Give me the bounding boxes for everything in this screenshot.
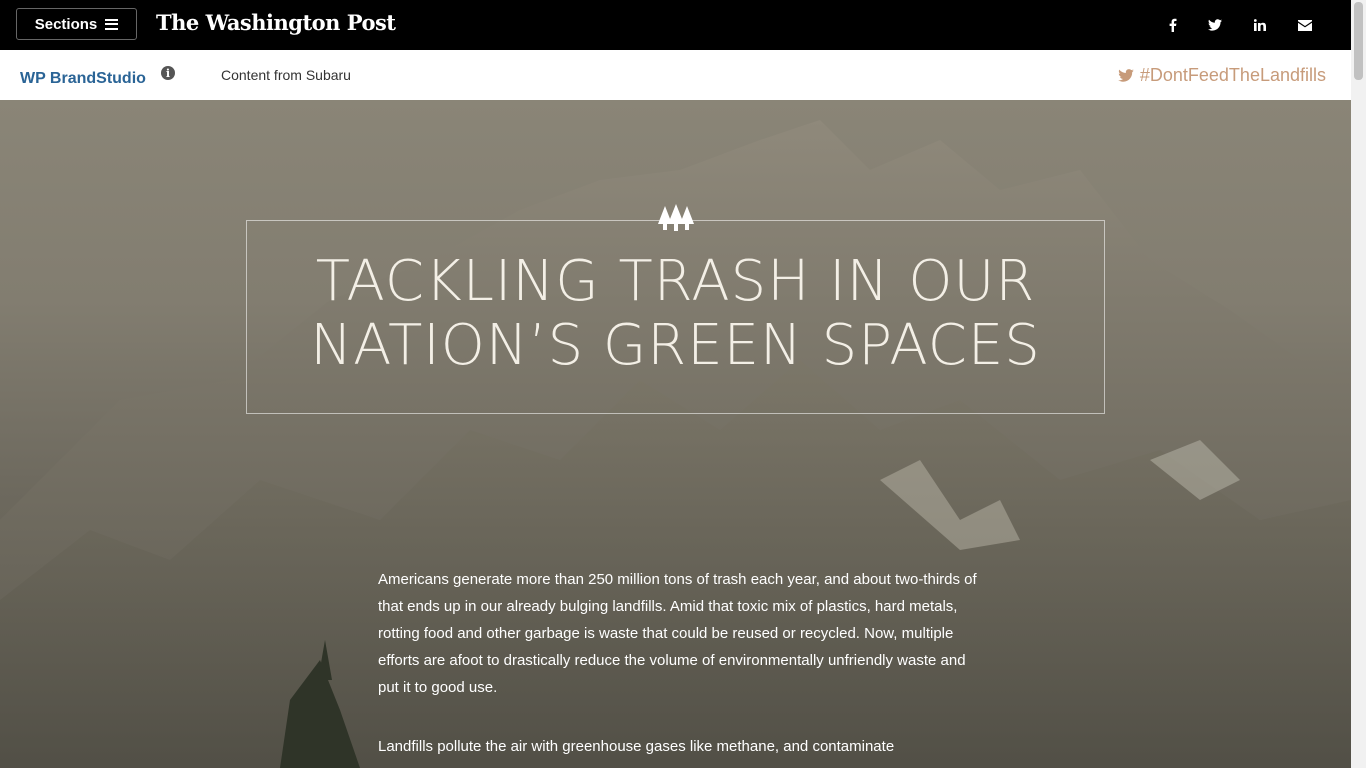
email-icon[interactable] <box>1290 0 1320 50</box>
trees-icon <box>658 204 694 231</box>
scrollbar-thumb[interactable] <box>1354 2 1363 80</box>
hashtag-label: #DontFeedTheLandfills <box>1139 65 1326 85</box>
hero-title-line-2: NATION’S GREEN SPACES <box>310 313 1041 378</box>
content-from-label: Content from Subaru <box>221 67 351 83</box>
top-nav-bar: Sections The Washington Post <box>0 0 1351 50</box>
brandstudio-link[interactable]: WP BrandStudio <box>20 70 146 88</box>
info-icon[interactable]: i <box>161 66 175 80</box>
hero-section: TACKLING TRASH IN OUR NATION’S GREEN SPA… <box>0 100 1351 768</box>
twitter-icon <box>1118 69 1134 82</box>
article-body: Americans generate more than 250 million… <box>378 566 978 768</box>
scrollbar[interactable] <box>1351 0 1366 768</box>
hashtag-link[interactable]: #DontFeedTheLandfills <box>1118 65 1326 86</box>
sections-label: Sections <box>34 15 98 33</box>
linkedin-icon[interactable] <box>1245 0 1275 50</box>
hamburger-icon <box>105 18 119 30</box>
article-paragraph: Americans generate more than 250 million… <box>378 571 977 696</box>
facebook-icon[interactable] <box>1158 0 1188 50</box>
hero-title-line-1: TACKLING TRASH IN OUR <box>315 249 1036 314</box>
sections-button[interactable]: Sections <box>16 8 137 40</box>
article-paragraph: Landfills pollute the air with greenhous… <box>378 738 895 755</box>
washington-post-logo[interactable]: The Washington Post <box>156 10 396 35</box>
brand-subbar: WP BrandStudio Content from Subaru #Dont… <box>0 50 1351 100</box>
twitter-icon[interactable] <box>1200 0 1230 50</box>
hero-title: TACKLING TRASH IN OUR NATION’S GREEN SPA… <box>246 250 1105 378</box>
